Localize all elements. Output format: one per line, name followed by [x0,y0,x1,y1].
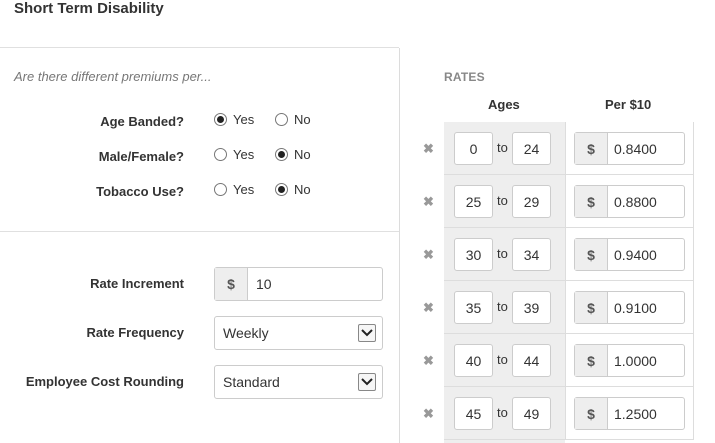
dollar-icon: $ [575,398,608,429]
rate-frequency-select[interactable]: Weekly [214,316,383,350]
age-from-input[interactable]: 35 [454,291,493,324]
chevron-down-icon [358,373,376,391]
dollar-icon: $ [575,239,608,270]
age-to-input[interactable]: 49 [512,397,551,430]
cost-rounding-value: Standard [223,374,280,390]
rate-input[interactable]: $ 0.9100 [574,291,685,324]
close-icon[interactable]: ✖ [423,353,434,369]
ages-column-header: Ages [488,97,520,112]
radio-unchecked-icon [214,183,227,196]
to-label: to [497,405,508,420]
question-label: Tobacco Use? [96,184,184,199]
rate-row: ✖ 30 to 34 $ 0.9400 [400,228,715,281]
radio-checked-icon [214,113,227,126]
close-icon[interactable]: ✖ [423,300,434,316]
rate-increment-value: 10 [256,276,272,292]
tobacco-yes-radio[interactable]: Yes [214,182,254,197]
rate-frequency-value: Weekly [223,325,269,341]
dollar-icon: $ [575,186,608,217]
age-to-input[interactable]: 44 [512,344,551,377]
age-to-input[interactable]: 34 [512,238,551,271]
rate-row: ✖ 40 to 44 $ 1.0000 [400,334,715,387]
chevron-down-icon [358,324,376,342]
rate-increment-label: Rate Increment [90,276,184,291]
rates-title: RATES [444,70,485,84]
radio-checked-icon [275,148,288,161]
cost-rounding-label: Employee Cost Rounding [25,374,184,389]
rate-value: 0.8800 [614,193,657,210]
rate-value: 0.8400 [614,140,657,157]
age-banded-yes-radio[interactable]: Yes [214,112,254,127]
rate-row: ✖ 45 to 49 $ 1.2500 [400,387,715,440]
page-title: Short Term Disability [14,0,164,17]
age-to-input[interactable]: 39 [512,291,551,324]
close-icon[interactable]: ✖ [423,247,434,263]
age-from-input[interactable]: 45 [454,397,493,430]
rate-row: ✖ 0 to 24 $ 0.8400 [400,122,715,175]
rate-value: 0.9100 [614,299,657,316]
age-from-input[interactable]: 25 [454,185,493,218]
age-from-input[interactable]: 30 [454,238,493,271]
close-icon[interactable]: ✖ [423,194,434,210]
to-label: to [497,246,508,261]
to-label: to [497,193,508,208]
question-label: Age Banded? [100,114,184,129]
age-from-input[interactable]: 40 [454,344,493,377]
section-divider [0,231,399,232]
dollar-icon: $ [575,292,608,323]
dollar-icon: $ [215,268,248,300]
male-female-no-radio[interactable]: No [275,147,311,162]
dollar-icon: $ [575,133,608,164]
question-male-female: Male/Female? Yes No [0,147,399,167]
radio-unchecked-icon [275,113,288,126]
dollar-icon: $ [575,345,608,376]
rate-row: ✖ 35 to 39 $ 0.9100 [400,281,715,334]
question-tobacco-use: Tobacco Use? Yes No [0,182,399,202]
cost-rounding-select[interactable]: Standard [214,365,383,399]
close-icon[interactable]: ✖ [423,141,434,157]
close-icon[interactable]: ✖ [423,406,434,422]
age-to-input[interactable]: 24 [512,132,551,165]
radio-unchecked-icon [214,148,227,161]
rate-input[interactable]: $ 0.9400 [574,238,685,271]
age-banded-no-radio[interactable]: No [275,112,311,127]
to-label: to [497,352,508,367]
rate-row: ✖ 25 to 29 $ 0.8800 [400,175,715,228]
male-female-yes-radio[interactable]: Yes [214,147,254,162]
rate-input[interactable]: $ 1.0000 [574,344,685,377]
rate-value: 1.2500 [614,405,657,422]
premium-settings-panel: Are there different premiums per... Age … [0,48,399,443]
rates-panel: RATES Ages Per $10 ✖ 0 to 24 $ 0.8400 ✖ … [400,48,715,443]
per-column-header: Per $10 [605,97,652,112]
to-label: to [497,299,508,314]
age-to-input[interactable]: 29 [512,185,551,218]
rate-input[interactable]: $ 1.2500 [574,397,685,430]
question-label: Male/Female? [98,149,184,164]
tobacco-no-radio[interactable]: No [275,182,311,197]
question-age-banded: Age Banded? Yes No [0,112,399,132]
rate-input[interactable]: $ 0.8800 [574,185,685,218]
rate-frequency-label: Rate Frequency [86,325,184,340]
radio-checked-icon [275,183,288,196]
rate-input[interactable]: $ 0.8400 [574,132,685,165]
age-from-input[interactable]: 0 [454,132,493,165]
premium-prompt: Are there different premiums per... [14,69,212,84]
to-label: to [497,140,508,155]
rate-value: 0.9400 [614,246,657,263]
rate-value: 1.0000 [614,352,657,369]
rate-increment-input[interactable]: $ 10 [214,267,383,301]
